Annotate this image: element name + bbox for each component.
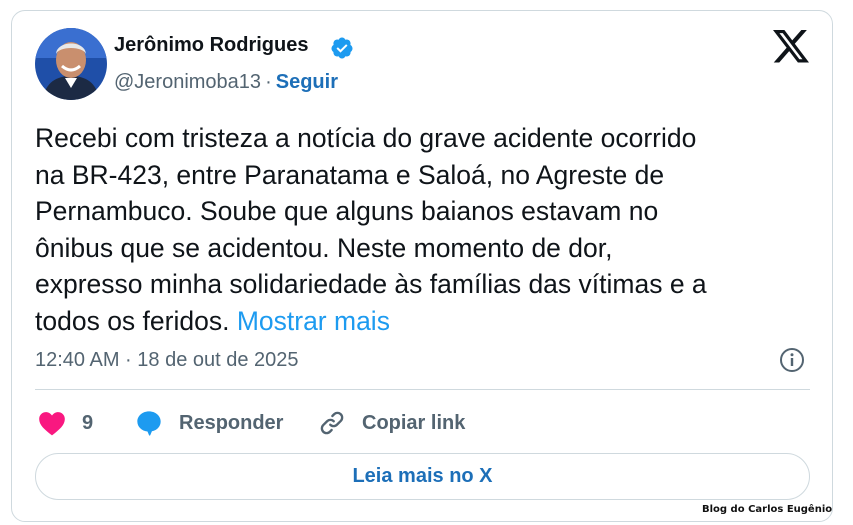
avatar[interactable]	[35, 28, 107, 100]
watermark: Blog do Carlos Eugênio	[702, 504, 833, 515]
tweet-body: Recebi com tristeza a notícia do grave a…	[35, 123, 707, 336]
speech-bubble-icon	[137, 411, 161, 436]
show-more-link[interactable]: Mostrar mais	[237, 306, 390, 336]
read-more-label: Leia mais no X	[352, 465, 493, 487]
handle-row: @Jeronimoba13 · Seguir	[114, 71, 338, 94]
author-name[interactable]: Jerônimo Rodrigues	[114, 34, 308, 57]
like-count: 9	[82, 411, 94, 434]
heart-icon	[39, 412, 65, 436]
like-button[interactable]: 9	[38, 406, 93, 440]
divider	[35, 389, 810, 390]
copy-link-button[interactable]: Copiar link	[318, 406, 465, 440]
reply-button[interactable]: Responder	[135, 406, 283, 440]
separator-dot: ·	[265, 71, 272, 93]
author-handle[interactable]: @Jeronimoba13	[114, 71, 261, 93]
info-icon[interactable]	[779, 347, 805, 373]
tweet-text: Recebi com tristeza a notícia do grave a…	[35, 120, 810, 339]
read-more-button[interactable]: Leia mais no X	[35, 453, 810, 500]
timestamp[interactable]: 12:40 AM · 18 de out de 2025	[35, 349, 299, 372]
follow-button[interactable]: Seguir	[276, 71, 338, 93]
reply-label: Responder	[179, 411, 284, 434]
verified-badge-icon	[331, 37, 353, 59]
link-icon	[320, 411, 344, 435]
x-logo-icon[interactable]	[773, 30, 809, 63]
copy-link-label: Copiar link	[362, 411, 466, 434]
